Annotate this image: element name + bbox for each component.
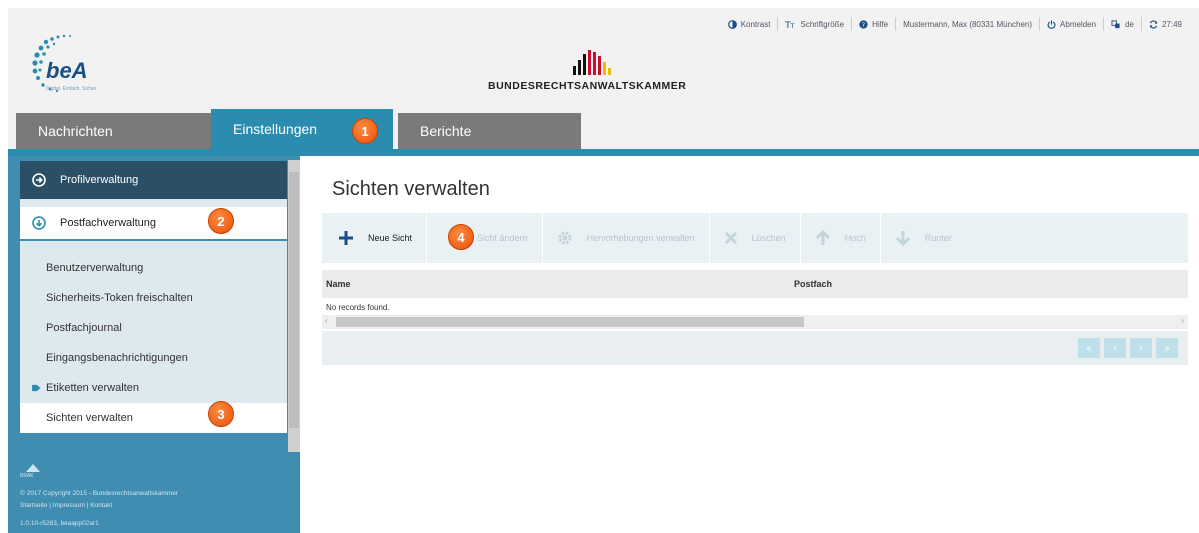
move-up-button[interactable]: Hoch	[801, 213, 881, 263]
sidebar-scrollbar[interactable]	[288, 160, 300, 452]
sidebar-item-label: Profilverwaltung	[60, 174, 139, 186]
close-icon	[724, 231, 737, 245]
top-toolbar: Kontrast TT Schriftgröße ? Hilfe Musterm…	[721, 16, 1189, 32]
plus-icon	[339, 231, 353, 245]
svg-text:T: T	[790, 23, 795, 29]
arrow-down-icon	[895, 231, 910, 246]
step-marker-3: 3	[208, 401, 234, 427]
sidebar-item-sichten[interactable]: Sichten verwalten	[20, 403, 287, 433]
footer-brak: BRAK	[20, 473, 34, 479]
button-label: Hervorhebungen verwalten	[586, 233, 695, 243]
help-icon: ?	[859, 19, 868, 29]
app-header: Kontrast TT Schriftgröße ? Hilfe Musterm…	[8, 8, 1199, 113]
pagination: « ‹ › »	[322, 331, 1188, 365]
tab-nachrichten[interactable]: Nachrichten	[16, 113, 212, 149]
bea-tagline: Digital. Einfach. Sicher.	[46, 86, 98, 92]
fontsize-label: Schriftgröße	[800, 19, 845, 29]
arrow-right-circle-icon	[32, 173, 46, 187]
tag-icon	[32, 384, 41, 392]
user-label: Mustermann, Max (80331 München)	[903, 19, 1033, 29]
language-label: de	[1125, 19, 1134, 29]
scroll-left-icon[interactable]: ‹	[325, 316, 328, 325]
scrollbar-thumb[interactable]	[289, 172, 299, 428]
scroll-right-icon[interactable]: ›	[1181, 316, 1184, 325]
scrollbar-thumb[interactable]	[336, 317, 804, 327]
next-page-icon[interactable]: ›	[1130, 338, 1152, 358]
timer-label: 27:49	[1161, 19, 1182, 29]
first-page-icon[interactable]: «	[1078, 338, 1100, 358]
user-info: Mustermann, Max (80331 München)	[896, 17, 1041, 31]
sidebar-item-sicherheits-token[interactable]: Sicherheits-Token freischalten	[20, 283, 287, 313]
button-label: Sicht ändern	[477, 233, 528, 243]
text-size-icon: TT	[785, 21, 795, 29]
fontsize-toggle[interactable]: TT Schriftgröße	[778, 17, 853, 31]
sidebar-item-profilverwaltung[interactable]: Profilverwaltung	[20, 161, 287, 199]
move-down-button[interactable]: Runter	[881, 213, 966, 263]
last-page-icon[interactable]: »	[1156, 338, 1178, 358]
delete-button[interactable]: Löschen	[710, 213, 801, 263]
button-label: Hoch	[844, 233, 866, 243]
column-header-postfach[interactable]: Postfach	[794, 279, 832, 289]
step-marker-1: 1	[352, 118, 378, 144]
page-title: Sichten verwalten	[332, 178, 490, 200]
power-icon	[1047, 19, 1056, 29]
sidebar-item-label: Sicherheits-Token freischalten	[46, 292, 193, 304]
step-marker-2: 2	[208, 208, 234, 234]
empty-message: No records found.	[326, 303, 390, 312]
help-label: Hilfe	[872, 19, 889, 29]
brak-logo-bars	[573, 50, 611, 75]
footer-links[interactable]: Startseite | Impressum | Kontakt	[20, 502, 112, 509]
sidebar-item-etiketten[interactable]: Etiketten verwalten	[20, 373, 287, 403]
footer-copyright: © 2017 Copyright 2015 - Bundesrechtsanwa…	[20, 490, 178, 497]
contrast-icon	[727, 19, 737, 29]
tab-berichte[interactable]: Berichte	[398, 113, 581, 149]
sidebar-item-label: Postfachverwaltung	[60, 217, 156, 229]
sidebar-item-label: Eingangsbenachrichtigungen	[46, 352, 188, 364]
table-hscrollbar[interactable]: ‹ ›	[322, 315, 1188, 329]
main-tabs: Nachrichten Einstellungen Berichte	[8, 109, 1199, 149]
svg-text:?: ?	[862, 22, 865, 29]
button-label: Runter	[924, 233, 952, 243]
session-timer[interactable]: 27:49	[1142, 17, 1189, 31]
logout-button[interactable]: Abmelden	[1040, 17, 1105, 31]
brak-footer-icon	[26, 464, 40, 472]
manage-highlights-button[interactable]: Hervorhebungen verwalten	[543, 213, 710, 263]
arrow-up-icon	[815, 230, 830, 245]
language-icon	[1111, 19, 1120, 28]
arrow-down-circle-icon	[32, 216, 46, 230]
step-marker-4: 4	[448, 224, 474, 250]
tab-underline	[8, 149, 1199, 156]
tab-label: Nachrichten	[38, 123, 113, 139]
sidebar-item-label: Postfachjournal	[46, 322, 122, 334]
sidebar-menu: Profilverwaltung Postfachverwaltung Benu…	[20, 161, 287, 433]
sidebar-item-label: Benutzerverwaltung	[46, 262, 144, 274]
prev-page-icon[interactable]: ‹	[1104, 338, 1126, 358]
sidebar-item-benutzerverwaltung[interactable]: Benutzerverwaltung	[20, 253, 287, 283]
sidebar: Profilverwaltung Postfachverwaltung Benu…	[8, 156, 300, 533]
sidebar-item-postfachverwaltung[interactable]: Postfachverwaltung	[20, 207, 287, 241]
refresh-icon	[1149, 19, 1158, 29]
sidebar-item-eingangsbenachrichtigungen[interactable]: Eingangsbenachrichtigungen	[20, 343, 287, 373]
contrast-toggle[interactable]: Kontrast	[721, 17, 779, 31]
new-view-button[interactable]: Neue Sicht	[322, 213, 428, 263]
tab-label: Berichte	[420, 123, 472, 139]
column-header-name[interactable]: Name	[326, 279, 351, 289]
sidebar-item-label: Etiketten verwalten	[46, 382, 139, 394]
sidebar-item-postfachjournal[interactable]: Postfachjournal	[20, 313, 287, 343]
contrast-label: Kontrast	[740, 19, 771, 29]
brak-title: BUNDESRECHTSANWALTSKAMMER	[488, 80, 687, 92]
sidebar-item-label: Sichten verwalten	[46, 412, 133, 424]
bea-logo-text: beA	[46, 58, 88, 83]
tab-label: Einstellungen	[233, 121, 318, 137]
logout-label: Abmelden	[1060, 19, 1097, 29]
help-link[interactable]: ? Hilfe	[852, 17, 897, 31]
footer-version: 1.0.10-r5283, beaapp02ar1	[20, 520, 99, 527]
button-label: Löschen	[751, 233, 786, 243]
gear-icon	[558, 231, 572, 245]
language-selector[interactable]: de	[1104, 17, 1142, 31]
edit-view-button[interactable]: Sicht ändern	[427, 213, 543, 263]
table-header: Name Postfach	[322, 270, 1188, 298]
button-label: Neue Sicht	[368, 233, 413, 243]
